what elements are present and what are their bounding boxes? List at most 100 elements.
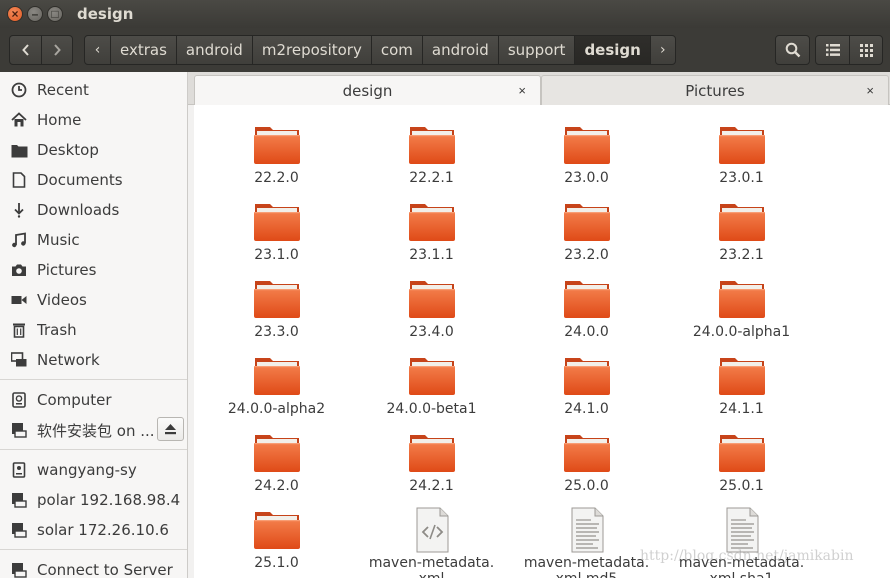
file-name: 24.1.1 (719, 401, 764, 417)
breadcrumb-android-2[interactable]: android (421, 36, 498, 64)
folder-item[interactable]: 25.0.0 (509, 429, 664, 494)
tab-pictures[interactable]: Pictures × (541, 75, 889, 106)
breadcrumb-scroll-right[interactable]: › (649, 36, 675, 64)
sidebar-item-label: Home (37, 111, 82, 129)
breadcrumb-extras[interactable]: extras (110, 36, 176, 64)
sidebar-item-label: Pictures (37, 261, 97, 279)
folder-item[interactable]: 25.1.0 (199, 506, 354, 571)
file-name: 25.0.1 (719, 478, 764, 494)
close-window-button[interactable]: × (7, 6, 23, 22)
sidebar-item-label: Connect to Server (37, 561, 173, 578)
sidebar-item-polar[interactable]: polar 192.168.98.4 (0, 485, 187, 515)
folder-icon (718, 275, 766, 323)
maximize-window-button[interactable]: □ (47, 6, 63, 22)
text-file-icon (718, 506, 766, 554)
forward-button[interactable] (41, 36, 72, 64)
back-button[interactable] (10, 36, 41, 64)
sidebar-item-solar[interactable]: solar 172.26.10.6 (0, 515, 187, 545)
sidebar-item-label: solar 172.26.10.6 (37, 521, 169, 539)
folder-icon (408, 198, 456, 246)
breadcrumb-com[interactable]: com (370, 36, 422, 64)
tab-design[interactable]: design × (194, 75, 541, 106)
file-item[interactable]: maven-metadata. xml.md5 (509, 506, 664, 578)
sidebar-item-music[interactable]: Music (0, 225, 187, 255)
folder-icon (563, 275, 611, 323)
network-icon (10, 351, 28, 369)
sidebar-item-desktop[interactable]: Desktop (0, 135, 187, 165)
file-item[interactable]: maven-metadata. xml.sha1 (664, 506, 819, 578)
file-name: 22.2.1 (409, 170, 454, 186)
folder-item[interactable]: 23.3.0 (199, 275, 354, 340)
folder-icon (563, 429, 611, 477)
breadcrumb-android[interactable]: android (175, 36, 252, 64)
folder-icon (408, 429, 456, 477)
sidebar-item-software-drive[interactable]: 软件安装包 on ... (0, 415, 187, 445)
folder-item[interactable]: 23.4.0 (354, 275, 509, 340)
sidebar-item-home[interactable]: Home (0, 105, 187, 135)
folder-item[interactable]: 23.2.1 (664, 198, 819, 263)
folder-item[interactable]: 22.2.1 (354, 121, 509, 186)
file-name: maven-metadata. xml.md5 (523, 555, 650, 578)
tab-close-button[interactable]: × (518, 83, 526, 98)
sidebar-item-network[interactable]: Network (0, 345, 187, 375)
sidebar: Recent Home Desktop Documents Downloads … (0, 72, 188, 578)
sidebar-item-videos[interactable]: Videos (0, 285, 187, 315)
xml-file-icon (408, 506, 456, 554)
drive-icon (10, 391, 28, 409)
sidebar-item-label: Music (37, 231, 80, 249)
window-title: design (77, 5, 134, 23)
tab-label: design (342, 82, 393, 100)
sidebar-item-downloads[interactable]: Downloads (0, 195, 187, 225)
file-name: 24.0.0-alpha2 (227, 401, 326, 417)
sidebar-item-computer[interactable]: Computer (0, 385, 187, 415)
folder-item[interactable]: 24.0.0 (509, 275, 664, 340)
folder-icon (563, 352, 611, 400)
folder-item[interactable]: 23.1.0 (199, 198, 354, 263)
sidebar-item-documents[interactable]: Documents (0, 165, 187, 195)
breadcrumb-design[interactable]: design (574, 36, 650, 64)
eject-button[interactable] (157, 417, 184, 441)
breadcrumb-m2repository[interactable]: m2repository (251, 36, 371, 64)
file-name: 23.0.1 (719, 170, 764, 186)
folder-icon (718, 429, 766, 477)
folder-item[interactable]: 24.0.0-alpha2 (199, 352, 354, 417)
folder-item[interactable]: 23.1.1 (354, 198, 509, 263)
sidebar-item-pictures[interactable]: Pictures (0, 255, 187, 285)
folder-item[interactable]: 23.2.0 (509, 198, 664, 263)
sidebar-divider (0, 379, 187, 380)
sidebar-item-connect-to-server[interactable]: Connect to Server (0, 555, 187, 578)
folder-item[interactable]: 23.0.1 (664, 121, 819, 186)
camera-icon (10, 261, 28, 279)
breadcrumb-scroll-left[interactable]: ‹ (85, 36, 110, 64)
breadcrumb-support[interactable]: support (497, 36, 575, 64)
sidebar-item-trash[interactable]: Trash (0, 315, 187, 345)
minimize-window-button[interactable]: – (27, 6, 43, 22)
folder-item[interactable]: 24.2.0 (199, 429, 354, 494)
view-toggle-group (815, 35, 883, 65)
file-item[interactable]: maven-metadata. xml (354, 506, 509, 578)
folder-item[interactable]: 24.1.0 (509, 352, 664, 417)
folder-item[interactable]: 25.0.1 (664, 429, 819, 494)
tab-close-button[interactable]: × (866, 83, 874, 98)
file-name: 24.2.1 (409, 478, 454, 494)
folder-item[interactable]: 24.0.0-beta1 (354, 352, 509, 417)
folder-item[interactable]: 22.2.0 (199, 121, 354, 186)
folder-item[interactable]: 24.2.1 (354, 429, 509, 494)
search-button[interactable] (776, 36, 809, 64)
file-name: 22.2.0 (254, 170, 299, 186)
sidebar-item-wangyang-sy[interactable]: wangyang-sy (0, 455, 187, 485)
folder-item[interactable]: 23.0.0 (509, 121, 664, 186)
breadcrumb: ‹ extras android m2repository com androi… (84, 35, 676, 65)
folder-item[interactable]: 24.0.0-alpha1 (664, 275, 819, 340)
file-name: 25.0.0 (564, 478, 609, 494)
folder-item[interactable]: 24.1.1 (664, 352, 819, 417)
file-name: 23.1.0 (254, 247, 299, 263)
sidebar-item-recent[interactable]: Recent (0, 75, 187, 105)
list-view-button[interactable] (816, 36, 849, 64)
sidebar-divider (0, 549, 187, 550)
folder-icon (718, 121, 766, 169)
grid-view-button[interactable] (849, 36, 882, 64)
file-name: 24.1.0 (564, 401, 609, 417)
sidebar-item-label: Desktop (37, 141, 99, 159)
sidebar-item-label: Computer (37, 391, 112, 409)
